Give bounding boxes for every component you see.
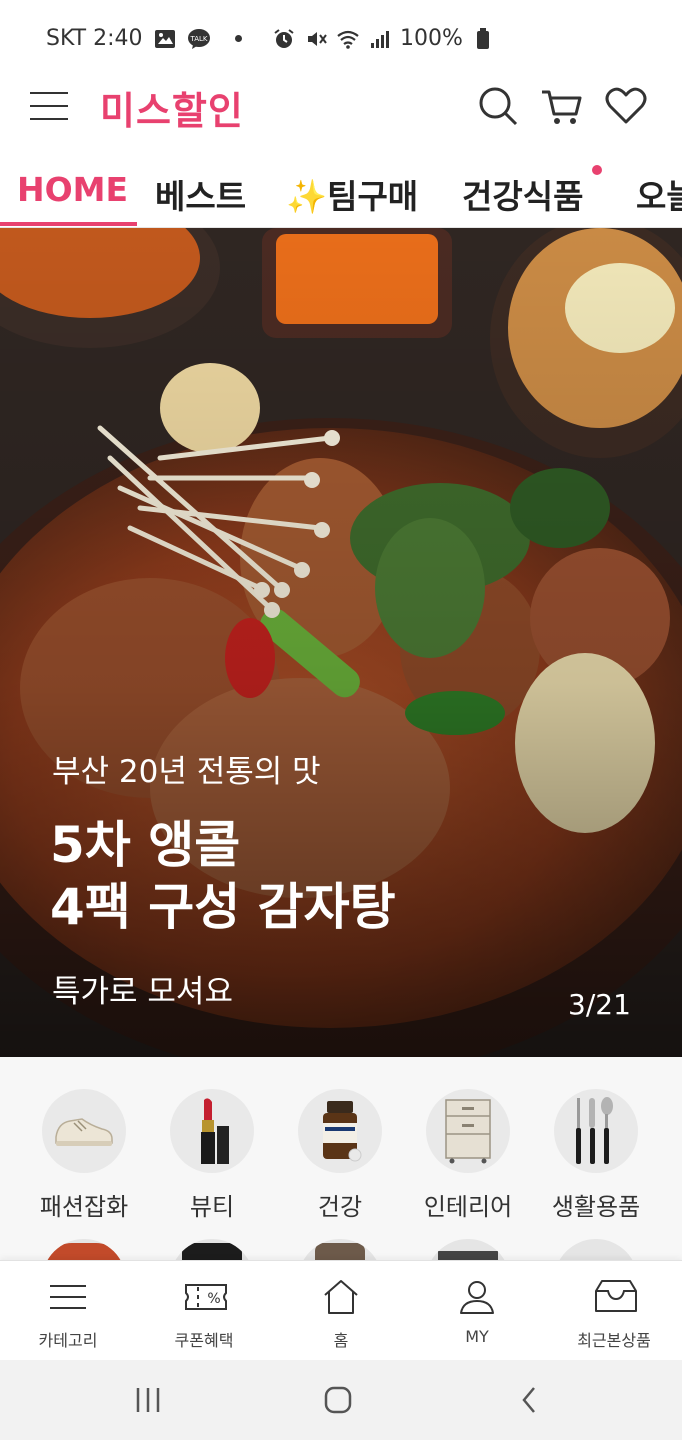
status-left: SKT 2:40 TALK [46,26,242,51]
battery-icon [471,27,495,51]
category-grid: 패션잡화 뷰티 건강 인테리어 생활용품 [0,1057,682,1260]
hero-title-line1: 5차 앵콜 [50,816,241,874]
nav-label: 홈 [333,1331,349,1350]
category-label: 패션잡화 [39,1193,129,1221]
tab-health-food[interactable]: 건강식품 [462,170,583,218]
app-header: 미스할인 [0,72,682,142]
nav-label: 최근본상품 [577,1331,651,1350]
tab-today[interactable]: 오늘 [636,170,682,218]
category-label: 인테리어 [423,1193,513,1221]
cart-icon[interactable] [540,84,584,128]
coupon-icon: % [184,1277,227,1317]
svg-text:TALK: TALK [189,35,207,43]
category-health[interactable]: 건강 [276,1089,404,1222]
category-label: 뷰티 [189,1193,235,1221]
nav-home[interactable]: 홈 [273,1277,409,1351]
category-interior[interactable]: 인테리어 [404,1089,532,1222]
heart-icon[interactable] [604,84,648,128]
hero-caption: 특가로 모셔요 [52,974,233,1010]
carrier-time: SKT 2:40 [46,26,143,51]
category-living[interactable]: 생활용품 [532,1089,660,1222]
nav-recent[interactable]: 최근본상품 [546,1277,682,1351]
system-navigation [0,1360,682,1440]
battery-text: 100% [400,26,463,51]
hero-title-line2: 4팩 구성 감자탕 [50,878,396,936]
hero-subtitle: 부산 20년 전통의 맛 [52,754,321,790]
sneaker-icon [42,1089,126,1173]
hero-title: 5차 앵콜 4팩 구성 감자탕 [50,814,396,938]
recents-icon[interactable] [132,1384,164,1416]
menu-icon[interactable] [30,84,74,128]
banner-counter: 3/21 [568,988,631,1021]
category-peek-item [42,1239,126,1260]
nav-label: MY [465,1327,489,1346]
nav-coupon[interactable]: % 쿠폰혜택 [136,1277,272,1351]
mute-icon [304,27,328,51]
category-peek-item [298,1239,382,1260]
home-circle-icon[interactable] [322,1384,354,1416]
talk-icon: TALK [187,27,211,51]
lipstick-icon [170,1089,254,1173]
status-bar: SKT 2:40 TALK 100% [0,0,682,80]
category-peek-item [170,1239,254,1260]
category-label: 건강 [317,1193,363,1221]
cutlery-icon [554,1089,638,1173]
tab-home[interactable]: HOME [17,170,128,209]
back-icon[interactable] [514,1384,546,1416]
person-icon [457,1277,497,1317]
nav-category[interactable]: 카테고리 [0,1277,136,1351]
nav-my[interactable]: MY [409,1277,545,1346]
category-peek-item [554,1239,638,1260]
status-right: 100% [272,26,495,51]
tab-best[interactable]: 베스트 [155,170,246,218]
tab-badge-dot [592,165,602,175]
image-icon [153,27,177,51]
supplement-bottle-icon [298,1089,382,1173]
nav-label: 카테고리 [38,1331,98,1350]
home-icon [321,1277,361,1317]
category-peek-item [426,1239,510,1260]
category-fashion[interactable]: 패션잡화 [20,1089,148,1222]
app-logo[interactable]: 미스할인 [100,80,244,135]
signal-icon [368,27,392,51]
menu-icon [48,1277,88,1317]
tab-team-buy[interactable]: ✨팀구매 [286,170,418,218]
notification-dot [234,35,242,42]
category-label: 생활용품 [551,1193,641,1221]
alarm-icon [272,27,296,51]
nav-label: 쿠폰혜택 [174,1331,234,1350]
wifi-icon [336,27,360,51]
inbox-icon [594,1277,637,1317]
bottom-navigation: 카테고리 % 쿠폰혜택 홈 MY 최근본상품 [0,1260,682,1360]
svg-text:%: % [207,1291,220,1307]
category-tabs: HOME 베스트 ✨팀구매 건강식품 오늘 [0,160,682,228]
category-beauty[interactable]: 뷰티 [148,1089,276,1222]
drawer-cabinet-icon [426,1089,510,1173]
hero-banner[interactable]: 부산 20년 전통의 맛 5차 앵콜 4팩 구성 감자탕 특가로 모셔요 3/2… [0,228,682,1057]
search-icon[interactable] [476,84,520,128]
tab-active-indicator [0,222,137,226]
